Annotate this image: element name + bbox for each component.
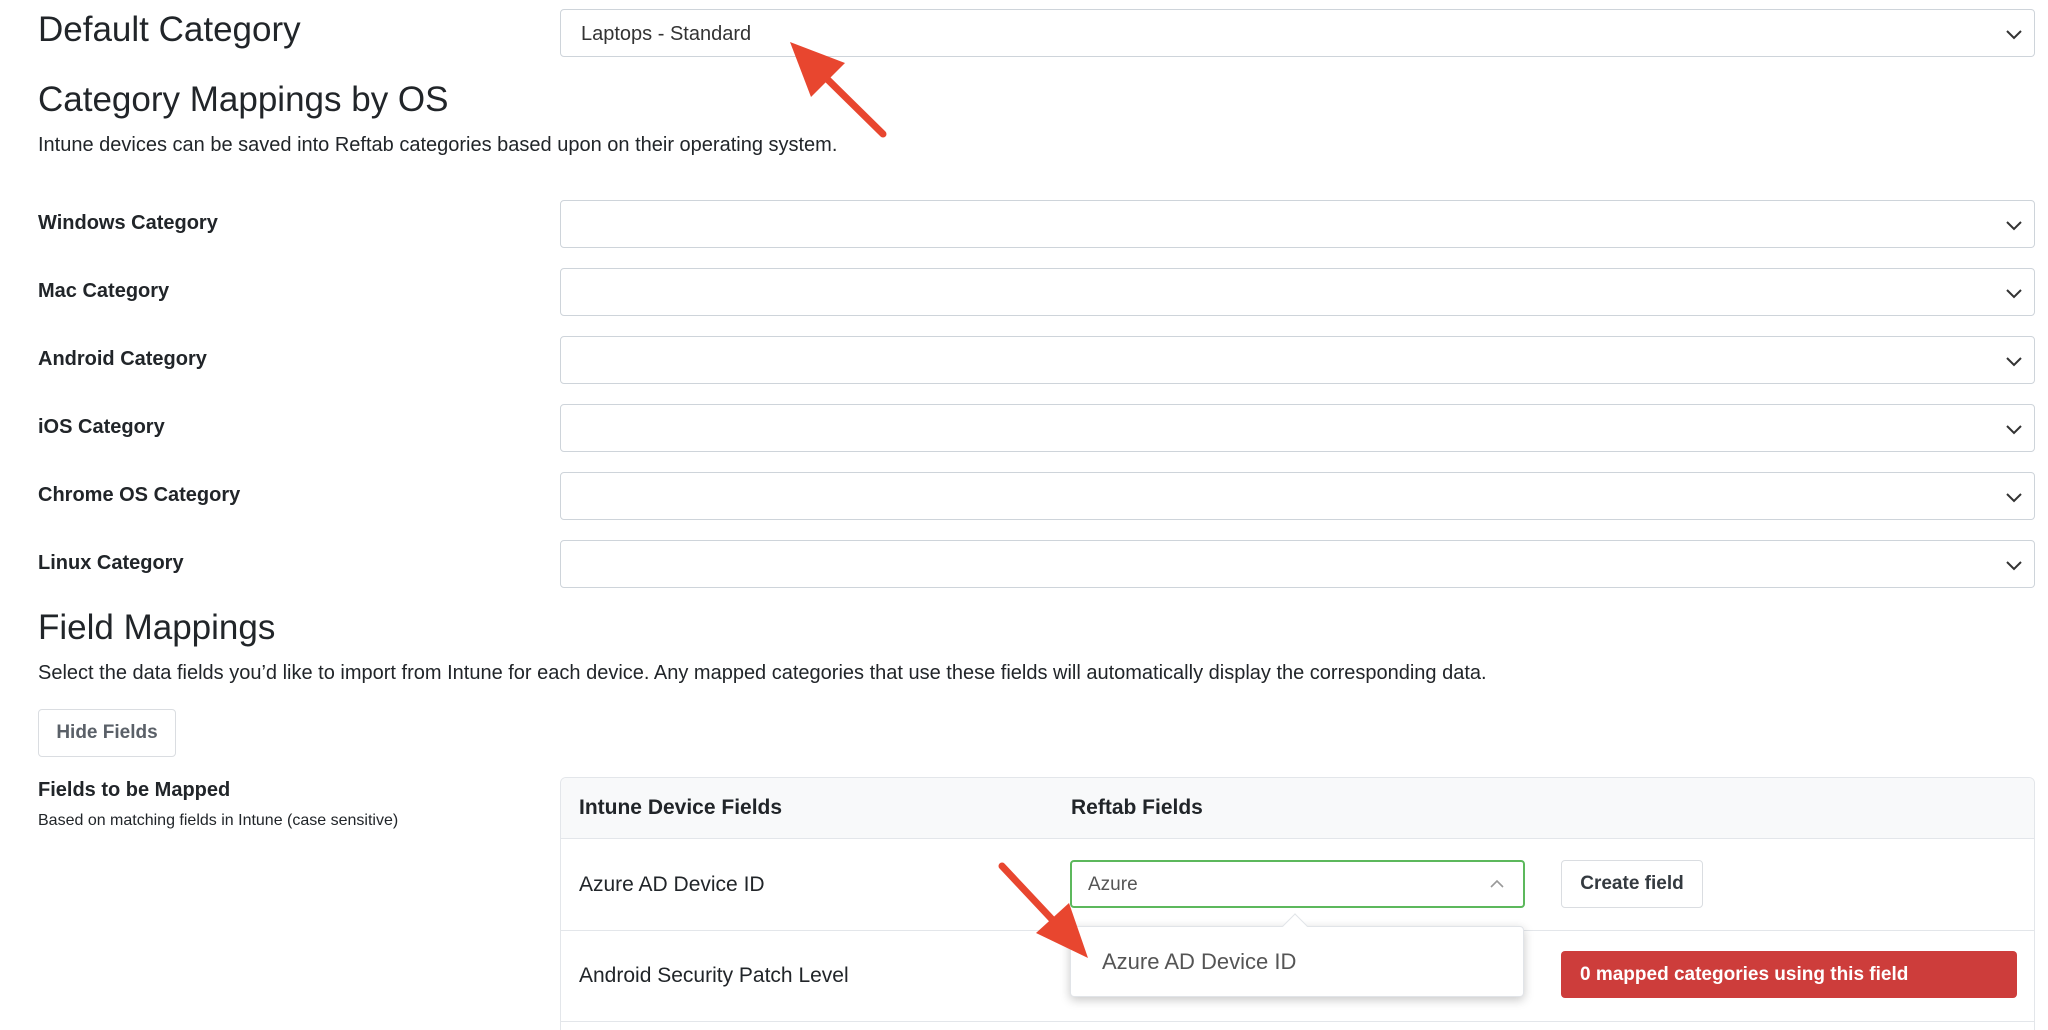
row-divider <box>561 1021 2034 1022</box>
table-header: Intune Device Fields Reftab Fields <box>561 778 2034 839</box>
reftab-field-combobox[interactable]: Azure <box>1070 860 1525 908</box>
ios-category-label: iOS Category <box>38 416 165 438</box>
chevron-down-icon <box>2006 30 2022 40</box>
ios-category-select[interactable] <box>560 404 2035 452</box>
mapped-categories-status-badge: 0 mapped categories using this field <box>1561 951 2017 998</box>
default-category-select[interactable]: Laptops - Standard <box>560 9 2035 57</box>
reftab-field-dropdown: Azure AD Device ID <box>1070 913 1524 997</box>
mac-category-select[interactable] <box>560 268 2035 316</box>
chevron-down-icon <box>2006 493 2022 503</box>
fields-to-be-mapped-description: Based on matching fields in Intune (case… <box>38 812 399 829</box>
chrome-os-category-select[interactable] <box>560 472 2035 520</box>
category-mappings-description: Intune devices can be saved into Reftab … <box>38 134 838 156</box>
chevron-down-icon <box>2006 425 2022 435</box>
table-row-intune-field: Azure AD Device ID <box>579 873 765 896</box>
chevron-down-icon <box>2006 561 2022 571</box>
mac-category-label: Mac Category <box>38 280 170 302</box>
android-category-select[interactable] <box>560 336 2035 384</box>
windows-category-select[interactable] <box>560 200 2035 248</box>
dropdown-option-azure-ad-device-id[interactable]: Azure AD Device ID <box>1102 949 1296 975</box>
reftab-fields-column-header: Reftab Fields <box>1071 796 1203 819</box>
windows-category-label: Windows Category <box>38 212 218 234</box>
chevron-down-icon <box>2006 289 2022 299</box>
linux-category-label: Linux Category <box>38 552 184 574</box>
fields-to-be-mapped-title: Fields to be Mapped <box>38 779 231 801</box>
category-mappings-heading: Category Mappings by OS <box>38 80 449 119</box>
chevron-down-icon <box>2006 221 2022 231</box>
chrome-os-category-label: Chrome OS Category <box>38 484 241 506</box>
default-category-heading: Default Category <box>38 10 301 49</box>
chevron-down-icon <box>2006 357 2022 367</box>
hide-fields-button[interactable]: Hide Fields <box>38 709 176 757</box>
android-category-label: Android Category <box>38 348 207 370</box>
intune-fields-column-header: Intune Device Fields <box>579 796 783 819</box>
field-mappings-heading: Field Mappings <box>38 608 276 647</box>
linux-category-select[interactable] <box>560 540 2035 588</box>
table-row-intune-field: Android Security Patch Level <box>579 964 849 987</box>
chevron-up-icon[interactable] <box>1487 874 1507 894</box>
reftab-field-input-value[interactable]: Azure <box>1088 874 1138 896</box>
field-mappings-description: Select the data fields you’d like to imp… <box>38 662 1487 684</box>
create-field-button[interactable]: Create field <box>1561 860 1703 908</box>
default-category-value: Laptops - Standard <box>581 23 752 45</box>
